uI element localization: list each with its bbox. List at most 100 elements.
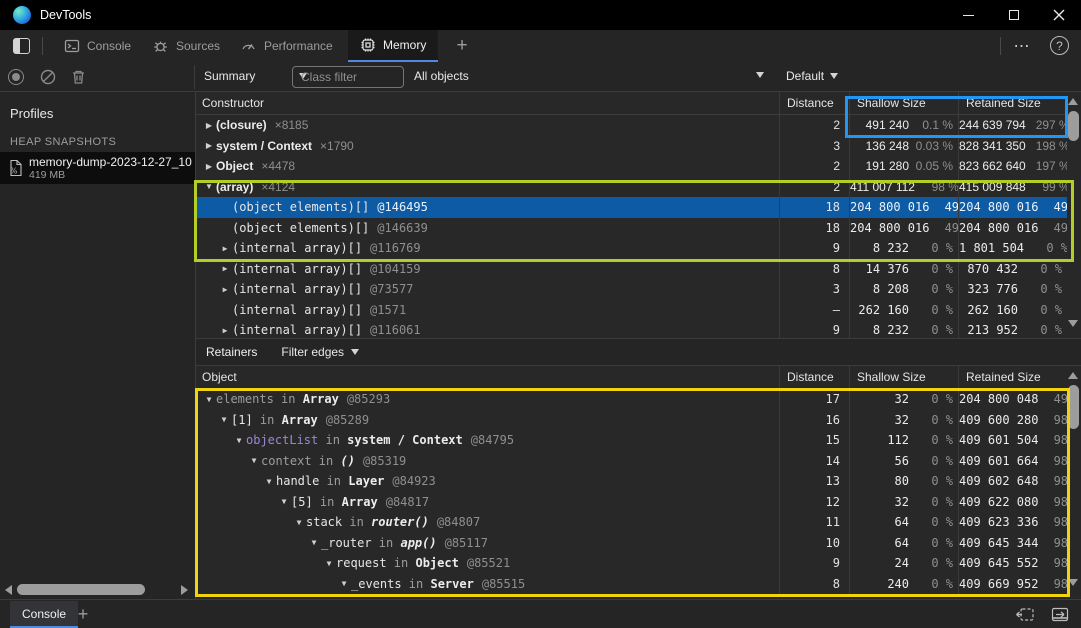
retainer-row[interactable]: ▼[5] in Array@8481712320 %409 622 08098 … <box>196 492 1067 513</box>
retainers-tab[interactable]: Retainers <box>206 345 257 359</box>
distance-cell: 2 <box>779 177 849 198</box>
clear-button[interactable] <box>40 69 56 85</box>
tab-memory[interactable]: Memory <box>348 30 438 62</box>
collapse-arrow-icon[interactable]: ▼ <box>322 559 336 568</box>
size-value: 409 601 664 <box>959 454 1038 468</box>
more-options-button[interactable]: ⋯ <box>1009 33 1035 59</box>
size-cell: 8 2320 % <box>849 320 958 338</box>
vertical-scrollbar-thumb[interactable] <box>1068 111 1079 141</box>
expand-arrow-icon[interactable]: ▶ <box>218 285 232 294</box>
size-percent: 0 % <box>1018 282 1062 296</box>
constructor-cell: ▶(internal array)[]@116061 <box>196 320 779 338</box>
object-cell: ▼_events in Server@85515 <box>196 574 779 595</box>
column-header-distance[interactable]: Distance <box>779 366 849 388</box>
scroll-up-arrow[interactable] <box>1068 372 1078 379</box>
column-header-retained-size[interactable]: Retained Size <box>958 92 1067 114</box>
expand-arrow-icon[interactable]: ▶ <box>218 326 232 335</box>
help-button[interactable]: ? <box>1050 36 1069 55</box>
object-id: @85289 <box>326 413 369 427</box>
heap-row[interactable]: ▶(internal array)[]@11606198 2320 %213 9… <box>196 320 1067 338</box>
add-tab-button[interactable]: + <box>450 34 474 58</box>
collapse-arrow-icon[interactable]: ▼ <box>292 518 306 527</box>
delete-profile-button[interactable] <box>71 69 86 85</box>
retainer-row[interactable]: ▼objectList in system / Context@84795151… <box>196 430 1067 451</box>
object-id: @146495 <box>377 200 428 214</box>
class-filter-input[interactable] <box>292 66 404 88</box>
column-header-shallow-size[interactable]: Shallow Size <box>849 92 958 114</box>
collapse-arrow-icon[interactable]: ▼ <box>232 436 246 445</box>
heap-row[interactable]: ▶(internal array)[]@104159814 3760 %870 … <box>196 259 1067 280</box>
heap-row[interactable]: (object elements)[]@14649518204 800 0164… <box>196 197 1067 218</box>
scroll-up-arrow[interactable] <box>1068 98 1078 105</box>
size-percent: 49 % <box>1038 392 1067 406</box>
dock-panel-button[interactable] <box>1015 607 1035 622</box>
retainer-row[interactable]: ▼elements in Array@8529317320 %204 800 0… <box>196 389 1067 410</box>
column-header-object[interactable]: Object <box>196 366 779 388</box>
retainer-row[interactable] <box>196 594 1067 597</box>
retainer-row[interactable]: ▼stack in router()@8480711640 %409 623 3… <box>196 512 1067 533</box>
tab-console[interactable]: Console <box>52 30 143 62</box>
collapse-arrow-icon[interactable]: ▼ <box>277 497 291 506</box>
expand-arrow-icon[interactable]: ▶ <box>202 121 216 130</box>
minimize-button[interactable] <box>946 0 991 30</box>
column-header-constructor[interactable]: Constructor <box>196 92 779 114</box>
expand-arrow-icon[interactable]: ▶ <box>202 162 216 171</box>
retainer-row[interactable]: ▼_router in app()@8511710640 %409 645 34… <box>196 533 1067 554</box>
size-cell: 136 2480.03 % <box>849 136 958 157</box>
expand-arrow-icon[interactable]: ▶ <box>218 244 232 253</box>
size-value: 80 <box>850 474 909 488</box>
collapse-arrow-icon[interactable]: ▼ <box>307 538 321 547</box>
scroll-left-arrow[interactable] <box>5 585 12 595</box>
drawer-tab-console[interactable]: Console <box>10 601 78 628</box>
size-cell: 800 % <box>849 471 958 492</box>
collapse-arrow-icon[interactable]: ▼ <box>202 395 216 404</box>
chevron-down-icon[interactable] <box>756 72 764 78</box>
column-header-distance[interactable]: Distance <box>779 92 849 114</box>
vertical-scrollbar-thumb[interactable] <box>1068 385 1079 429</box>
retainer-row[interactable]: ▼_events in Server@8551582400 %409 669 9… <box>196 574 1067 595</box>
collapse-arrow-icon[interactable]: ▼ <box>247 456 261 465</box>
close-button[interactable] <box>1036 0 1081 30</box>
expand-arrow-icon[interactable]: ▶ <box>202 141 216 150</box>
scroll-right-arrow[interactable] <box>181 585 188 595</box>
heap-row[interactable]: ▶(internal array)[]@11676998 2320 %1 801… <box>196 238 1067 259</box>
profile-select[interactable]: Default <box>786 69 838 83</box>
column-header-shallow-size[interactable]: Shallow Size <box>849 366 958 388</box>
retainer-row[interactable]: ▼[1] in Array@8528916320 %409 600 28098 … <box>196 410 1067 431</box>
collapse-arrow-icon[interactable]: ▼ <box>202 182 216 191</box>
column-header-retained-size[interactable]: Retained Size <box>958 366 1067 388</box>
retainer-row[interactable]: ▼context in ()@8531914560 %409 601 66498… <box>196 451 1067 472</box>
filter-edges-select[interactable]: Filter edges <box>281 345 359 359</box>
heap-row[interactable]: ▶(internal array)[]@7357738 2080 %323 77… <box>196 279 1067 300</box>
speedometer-icon <box>240 38 257 54</box>
heap-row[interactable]: (internal array)[]@1571–262 1600 %262 16… <box>196 300 1067 321</box>
collapse-arrow-icon[interactable]: ▼ <box>217 415 231 424</box>
size-percent: 98 % <box>915 180 958 194</box>
scroll-down-arrow[interactable] <box>1068 320 1078 327</box>
heap-row[interactable]: ▶Object×44782191 2800.05 %823 662 640197… <box>196 156 1067 177</box>
retainer-row[interactable]: ▼handle in Layer@8492313800 %409 602 648… <box>196 471 1067 492</box>
size-cell: 409 623 33698 % <box>958 512 1067 533</box>
toggle-panel-button[interactable] <box>8 36 34 56</box>
tab-sources[interactable]: Sources <box>140 30 232 62</box>
heap-row[interactable]: ▶(closure)×81852491 2400.1 %244 639 7942… <box>196 115 1067 136</box>
heap-row[interactable]: ▶system / Context×17903136 2480.03 %828 … <box>196 136 1067 157</box>
collapse-arrow-icon[interactable]: ▼ <box>337 579 351 588</box>
maximize-icon <box>1009 10 1019 20</box>
constructor-name: (object elements)[] <box>232 200 369 214</box>
heap-row[interactable]: (object elements)[]@14663918204 800 0164… <box>196 218 1067 239</box>
scroll-down-arrow[interactable] <box>1068 579 1078 586</box>
retainer-row[interactable]: ▼request in Object@855219240 %409 645 55… <box>196 553 1067 574</box>
drawer-add-tab-button[interactable]: + <box>72 603 94 625</box>
maximize-button[interactable] <box>991 0 1036 30</box>
expand-arrow-icon[interactable]: ▶ <box>218 264 232 273</box>
tab-performance[interactable]: Performance <box>228 30 345 62</box>
horizontal-scrollbar-thumb[interactable] <box>17 584 145 595</box>
record-heap-snapshot-button[interactable] <box>8 69 24 85</box>
expand-panel-button[interactable] <box>1051 607 1069 622</box>
size-value: 262 160 <box>959 303 1018 317</box>
objects-filter-select[interactable]: All objects <box>414 69 469 83</box>
heap-row[interactable]: ▼(array)×41242411 007 11298 %415 009 848… <box>196 177 1067 198</box>
collapse-arrow-icon[interactable]: ▼ <box>262 477 276 486</box>
snapshot-item[interactable]: % memory-dump-2023-12-27_10 419 MB <box>0 152 195 184</box>
